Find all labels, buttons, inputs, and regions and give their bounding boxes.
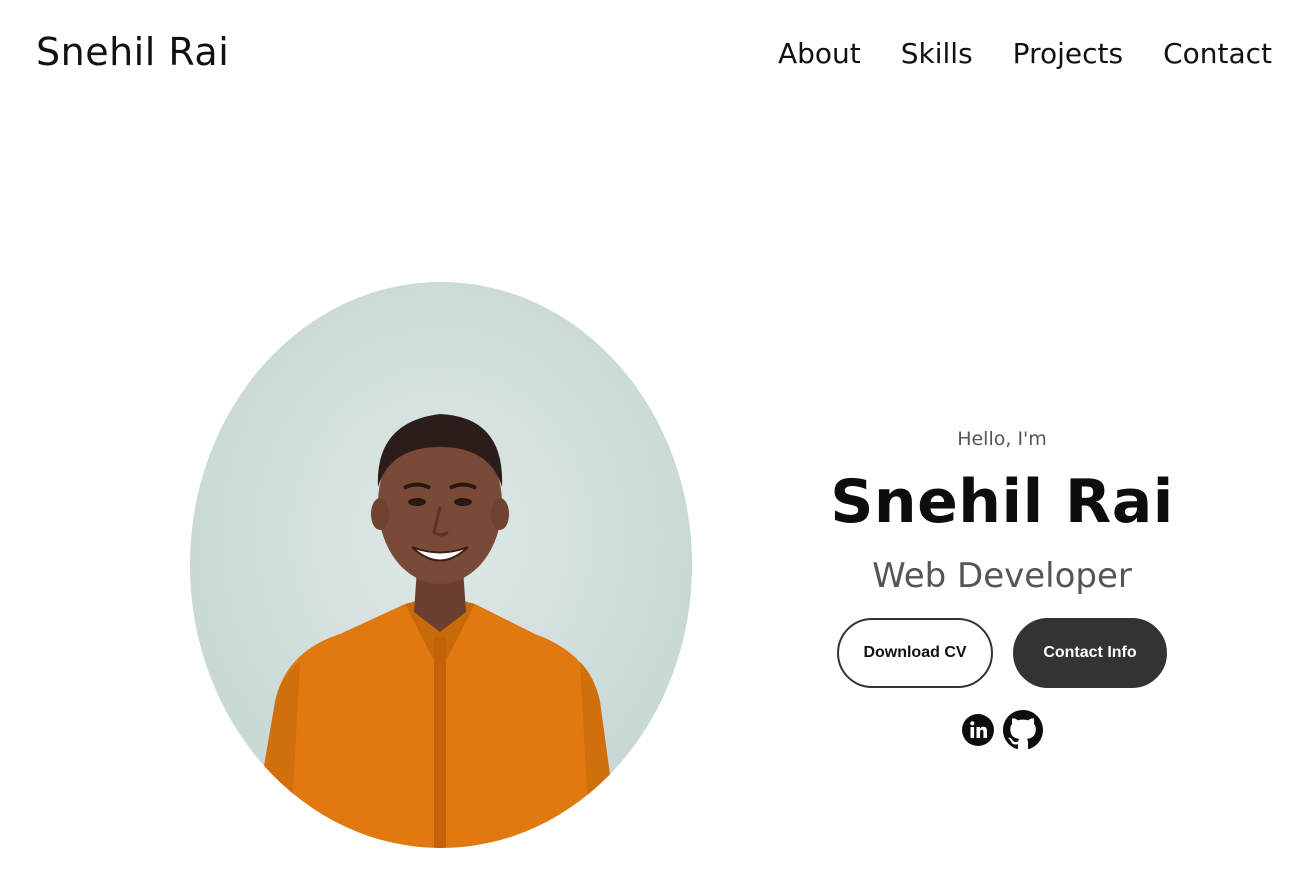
contact-info-button[interactable]: Contact Info: [1013, 618, 1167, 688]
nav-link-contact[interactable]: Contact: [1163, 37, 1272, 70]
hero-role: Web Developer: [872, 556, 1132, 596]
nav-links: About Skills Projects Contact: [778, 37, 1272, 70]
hero-name: Snehil Rai: [830, 467, 1174, 537]
social-links: [800, 710, 1204, 750]
github-icon[interactable]: [1003, 710, 1043, 750]
site-logo[interactable]: Snehil Rai: [36, 30, 229, 74]
profile-picture: [190, 282, 692, 848]
download-cv-button[interactable]: Download CV: [837, 618, 993, 688]
nav-link-about[interactable]: About: [778, 37, 861, 70]
hero-section: Hello, I'm Snehil Rai Web Developer Down…: [800, 428, 1204, 750]
navbar: Snehil Rai About Skills Projects Contact: [0, 0, 1308, 110]
linkedin-icon[interactable]: [961, 713, 995, 747]
nav-link-skills[interactable]: Skills: [901, 37, 973, 70]
greeting-text: Hello, I'm: [957, 428, 1047, 450]
nav-link-projects[interactable]: Projects: [1013, 37, 1123, 70]
hero-buttons: Download CV Contact Info: [800, 618, 1204, 688]
profile-illustration: [190, 282, 692, 848]
